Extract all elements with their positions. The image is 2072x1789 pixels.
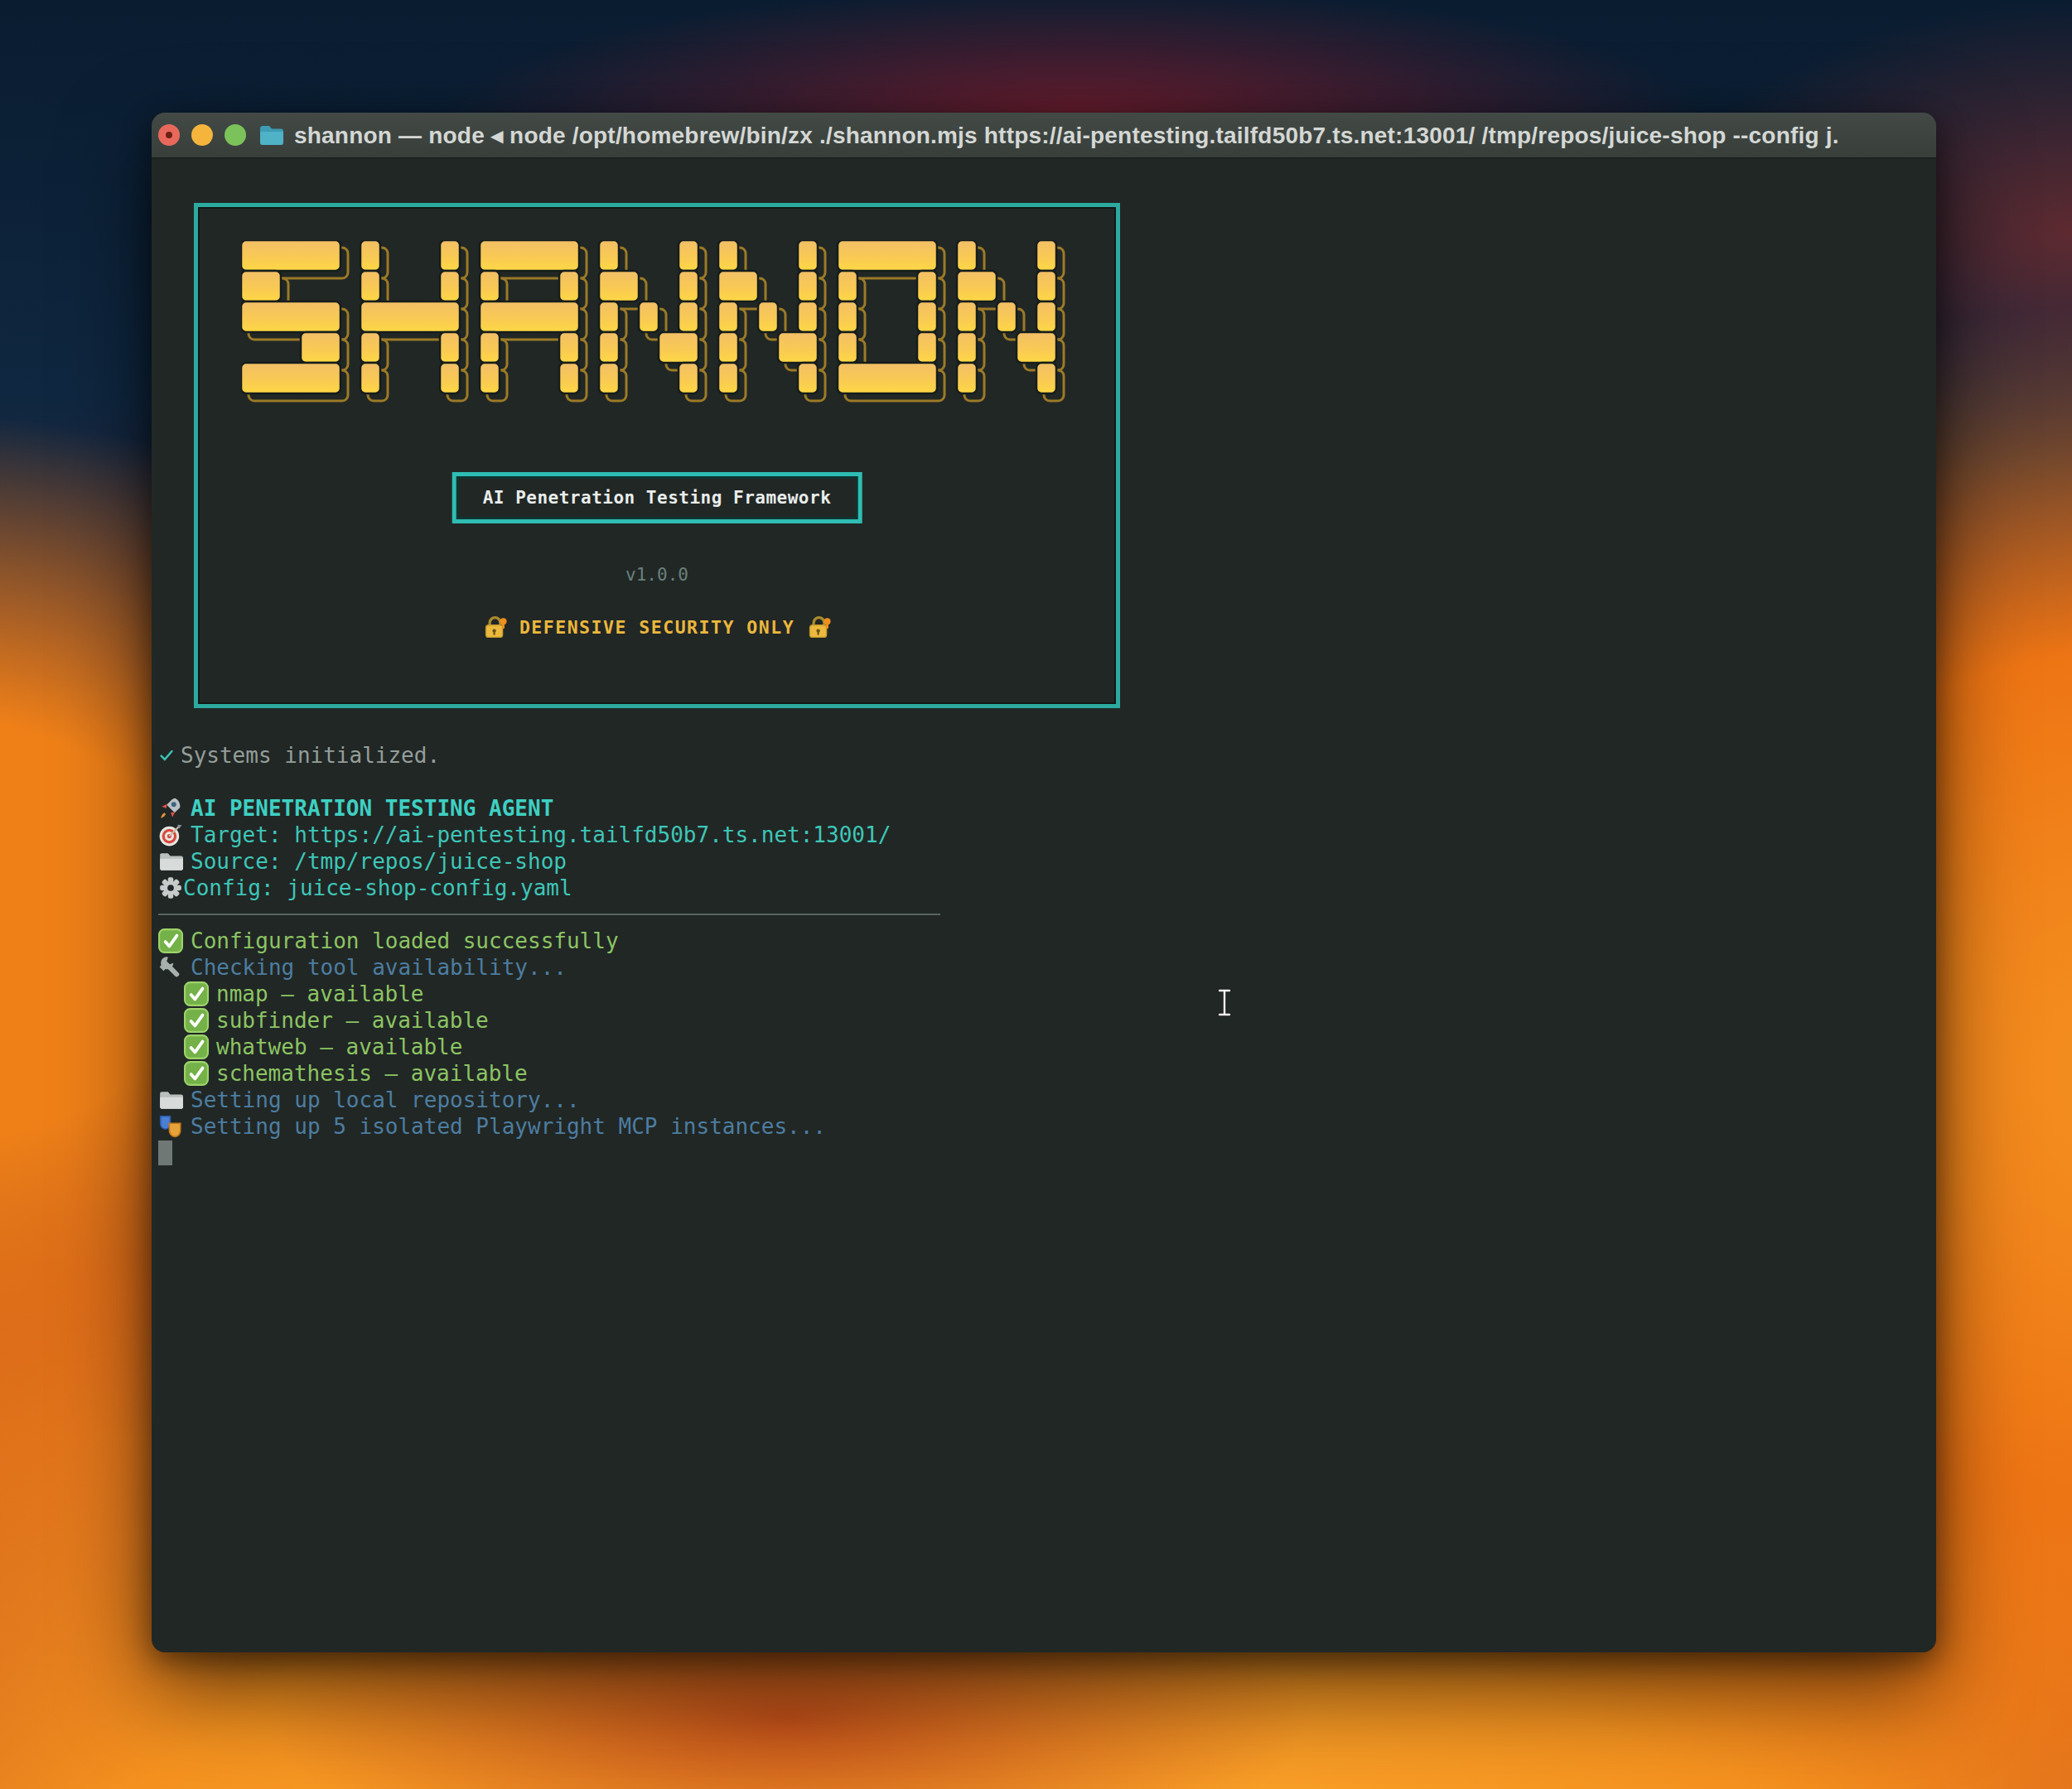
terminal-line: nmap – available xyxy=(158,981,1920,1007)
banner-box: AI Penetration Testing Framework v1.0.0 … xyxy=(194,203,1120,708)
terminal-line: Setting up local repository... xyxy=(158,1087,1920,1113)
banner-notice: DEFENSIVE SECURITY ONLY xyxy=(198,615,1116,640)
line-text: schemathesis – available xyxy=(216,1061,528,1086)
check-icon xyxy=(158,747,175,764)
terminal-line: Setting up 5 isolated Playwright MCP ins… xyxy=(158,1113,1920,1140)
target-icon xyxy=(158,822,183,847)
terminal-line: schemathesis – available xyxy=(158,1060,1920,1087)
cursor-line xyxy=(158,1140,1920,1166)
window-title: shannon — node ◂ node /opt/homebrew/bin/… xyxy=(294,122,1839,149)
mouse-ibeam-cursor xyxy=(1215,987,1234,1018)
line-text: AI PENETRATION TESTING AGENT xyxy=(191,796,553,821)
line-text: Configuration loaded successfully xyxy=(191,928,619,953)
terminal-app-icon xyxy=(259,124,284,146)
terminal-line: AI PENETRATION TESTING AGENT xyxy=(158,795,1920,822)
lock-icon xyxy=(482,615,508,640)
line-text: Setting up 5 isolated Playwright MCP ins… xyxy=(191,1114,826,1139)
banner-version: v1.0.0 xyxy=(198,565,1116,585)
ascii-art-title xyxy=(241,240,1067,409)
separator-line xyxy=(158,901,1920,928)
terminal-line: whatweb – available xyxy=(158,1034,1920,1060)
check-badge-icon xyxy=(184,1061,209,1086)
line-text: Target: https://ai-pentesting.tailfd50b7… xyxy=(191,822,891,847)
close-button[interactable] xyxy=(158,124,180,146)
wrench-icon xyxy=(158,955,183,980)
line-text: Config: juice-shop-config.yaml xyxy=(183,875,572,900)
line-text: Checking tool availability... xyxy=(191,955,567,980)
line-text: nmap – available xyxy=(216,981,423,1006)
terminal-window: shannon — node ◂ node /opt/homebrew/bin/… xyxy=(152,113,1936,1652)
terminal-line: Checking tool availability... xyxy=(158,954,1920,981)
terminal-lines: Systems initialized. AI PENETRATION TESTI… xyxy=(158,742,1920,1166)
line-text: Systems initialized. xyxy=(181,743,440,768)
lock-icon xyxy=(806,615,832,640)
terminal-line: Systems initialized. xyxy=(158,742,1920,769)
line-text: Setting up local repository... xyxy=(191,1087,580,1112)
terminal-line xyxy=(158,769,1920,795)
gear-icon xyxy=(158,875,183,900)
terminal-line: Configuration loaded successfully xyxy=(158,928,1920,954)
terminal-content[interactable]: AI Penetration Testing Framework v1.0.0 … xyxy=(152,159,1936,1652)
zoom-button[interactable] xyxy=(225,124,246,146)
terminal-cursor xyxy=(158,1140,172,1165)
terminal-line: Source: /tmp/repos/juice-shop xyxy=(158,848,1920,875)
masks-icon xyxy=(158,1114,183,1139)
check-badge-icon xyxy=(184,1034,209,1059)
terminal-line: Target: https://ai-pentesting.tailfd50b7… xyxy=(158,822,1920,848)
separator xyxy=(158,914,940,915)
check-badge-icon xyxy=(158,928,183,953)
minimize-button[interactable] xyxy=(191,124,213,146)
folder-icon xyxy=(158,1087,183,1112)
rocket-icon xyxy=(158,796,183,821)
check-badge-icon xyxy=(184,1008,209,1033)
banner-subtitle-box: AI Penetration Testing Framework xyxy=(452,472,862,523)
banner-subtitle: AI Penetration Testing Framework xyxy=(483,488,832,508)
folder-icon xyxy=(158,849,183,874)
check-badge-icon xyxy=(184,981,209,1006)
line-text: subfinder – available xyxy=(216,1008,489,1033)
banner-notice-text: DEFENSIVE SECURITY ONLY xyxy=(519,617,795,638)
terminal-line: subfinder – available xyxy=(158,1007,1920,1034)
line-text: whatweb – available xyxy=(216,1034,462,1059)
window-titlebar[interactable]: shannon — node ◂ node /opt/homebrew/bin/… xyxy=(152,113,1936,159)
line-text: Source: /tmp/repos/juice-shop xyxy=(191,849,567,874)
terminal-line: Config: juice-shop-config.yaml xyxy=(158,875,1920,901)
